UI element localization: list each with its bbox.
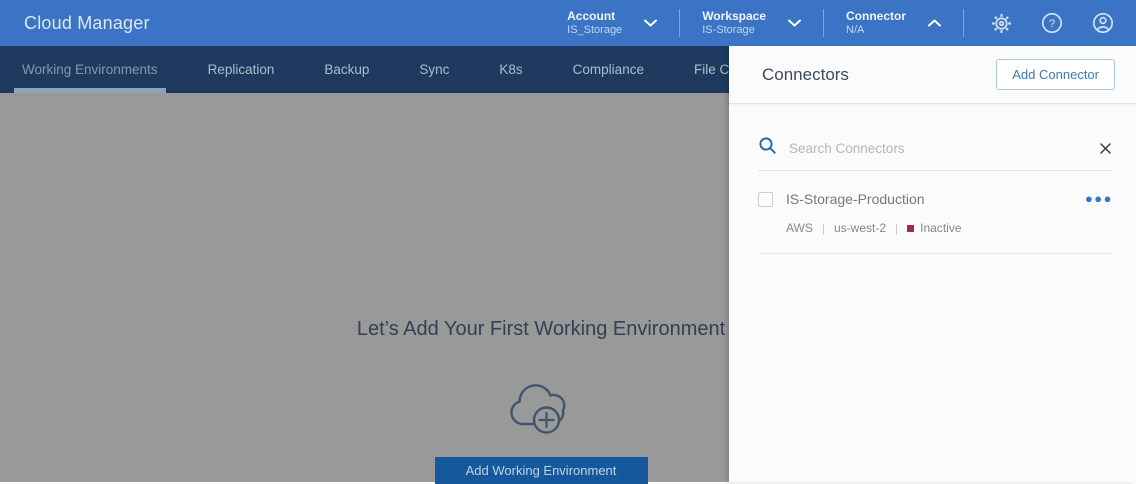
connectors-title: Connectors	[762, 65, 849, 85]
workspace-text: Workspace IS-Storage	[702, 9, 766, 38]
top-header-bar: Cloud Manager Account IS_Storage Workspa…	[0, 0, 1136, 46]
account-text: Account IS_Storage	[567, 9, 622, 38]
meta-divider: |	[895, 221, 898, 235]
workspace-label: Workspace	[702, 9, 766, 24]
tab-compliance[interactable]: Compliance	[569, 46, 648, 93]
tab-k8s[interactable]: K8s	[495, 46, 526, 93]
connector-meta-row: AWS | us-west-2 | Inactive	[786, 221, 1113, 235]
chevron-up-icon	[928, 14, 941, 32]
workspace-value: IS-Storage	[702, 24, 766, 38]
tab-backup[interactable]: Backup	[320, 46, 373, 93]
tab-sync[interactable]: Sync	[415, 46, 453, 93]
account-label: Account	[567, 9, 622, 24]
status-inactive-icon	[907, 225, 914, 232]
connector-checkbox[interactable]	[758, 192, 773, 207]
connector-search-bar	[758, 136, 1113, 171]
connector-item-main-row: IS-Storage-Production ●●●	[758, 191, 1113, 207]
account-selector[interactable]: Account IS_Storage	[545, 9, 679, 38]
connectors-panel: Connectors Add Connector IS-Stora	[729, 46, 1136, 482]
svg-text:?: ?	[1049, 18, 1055, 30]
connector-list-item[interactable]: IS-Storage-Production ●●● AWS | us-west-…	[758, 171, 1113, 254]
connector-selector[interactable]: Connector N/A	[824, 9, 963, 38]
connector-label: Connector	[846, 9, 906, 24]
connector-name: IS-Storage-Production	[786, 191, 1085, 207]
header-controls: Account IS_Storage Workspace IS-Storage	[545, 0, 1136, 46]
header-icon-group: ?	[964, 12, 1136, 34]
add-connector-button[interactable]: Add Connector	[996, 59, 1115, 90]
help-icon[interactable]: ?	[1041, 12, 1063, 34]
app-title: Cloud Manager	[24, 13, 150, 34]
chevron-down-icon	[644, 14, 657, 32]
main-nav-bar: Working Environments Replication Backup …	[0, 46, 729, 93]
connector-text: Connector N/A	[846, 9, 906, 38]
empty-state: Let’s Add Your First Working Environment…	[281, 318, 801, 484]
connector-region: us-west-2	[834, 221, 886, 235]
clear-search-icon[interactable]	[1097, 140, 1113, 156]
workspace-selector[interactable]: Workspace IS-Storage	[680, 9, 823, 38]
add-working-environment-button[interactable]: Add Working Environment	[435, 457, 648, 484]
meta-divider: |	[822, 221, 825, 235]
search-connectors-input[interactable]	[789, 141, 1097, 156]
tab-working-environments[interactable]: Working Environments	[18, 46, 162, 93]
connector-value: N/A	[846, 24, 906, 38]
empty-state-heading: Let’s Add Your First Working Environment	[281, 318, 801, 341]
tab-replication[interactable]: Replication	[204, 46, 279, 93]
dimmed-main-area: Let’s Add Your First Working Environment…	[0, 93, 729, 482]
connector-menu-dots-icon[interactable]: ●●●	[1085, 195, 1113, 203]
connectors-panel-header: Connectors Add Connector	[729, 46, 1136, 104]
connector-provider: AWS	[786, 221, 813, 235]
connector-status: Inactive	[920, 221, 961, 235]
cloud-manager-app: Cloud Manager Account IS_Storage Workspa…	[0, 0, 1136, 482]
search-icon	[758, 136, 777, 160]
account-value: IS_Storage	[567, 24, 622, 38]
chevron-down-icon	[788, 14, 801, 32]
cloud-add-icon	[281, 378, 801, 441]
user-profile-icon[interactable]	[1092, 12, 1114, 34]
settings-gear-icon[interactable]	[990, 12, 1012, 34]
